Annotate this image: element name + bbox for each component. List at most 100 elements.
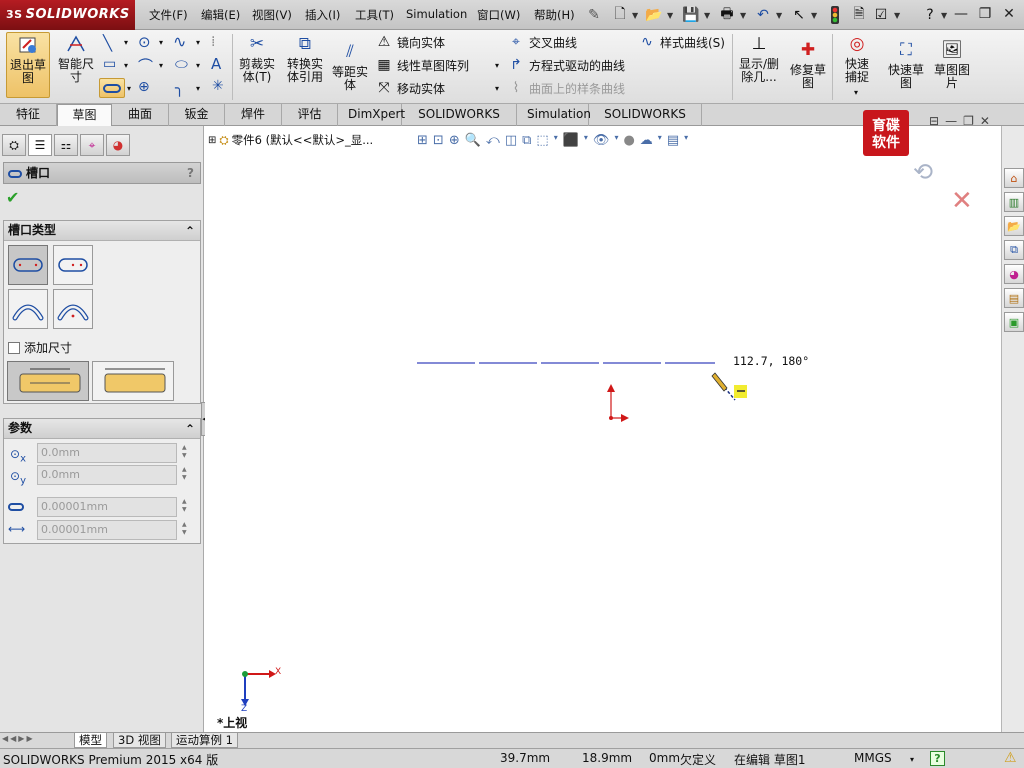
rectangle-tool-icon[interactable]: ▭ — [103, 56, 116, 72]
text-tool-icon[interactable]: A — [211, 55, 221, 73]
menu-file[interactable]: 文件(F) — [149, 7, 188, 23]
exit-sketch-button[interactable]: 退出草图 — [6, 32, 50, 98]
chevron-down-icon[interactable]: ▾ — [196, 61, 200, 70]
display-delete-relations-button[interactable]: ⊥ 显示/删除几... — [736, 32, 782, 98]
chevron-down-icon[interactable]: ▾ — [159, 61, 163, 70]
tab-sheet-metal[interactable]: 钣金 — [169, 104, 225, 126]
file-properties-icon[interactable]: 🗎 — [850, 6, 868, 24]
center-to-center-button[interactable] — [7, 361, 89, 401]
slot-length-field[interactable]: 0.00001mm — [37, 520, 177, 540]
unit-system[interactable]: MMGS — [854, 751, 892, 765]
notification-icon[interactable]: ⚠ — [1004, 750, 1017, 766]
three-point-arc-slot-button[interactable] — [8, 289, 48, 329]
convert-entities-button[interactable]: ⧉ 转换实体引用 — [282, 32, 328, 98]
chevron-down-icon[interactable]: ▾ — [127, 84, 131, 93]
chevron-down-icon[interactable]: ▼ — [941, 11, 947, 20]
centerpoint-straight-slot-button[interactable] — [53, 245, 93, 285]
equation-curve-button[interactable]: ↱ 方程式驱动的曲线 — [507, 56, 625, 74]
rapid-sketch-button[interactable]: ⛶ 快速草图 — [884, 38, 928, 104]
chevron-down-icon[interactable]: ▼ — [667, 11, 673, 20]
print-icon[interactable]: 🖶 — [718, 6, 736, 24]
chevron-down-icon[interactable]: ▼ — [704, 11, 710, 20]
menu-view[interactable]: 视图(V) — [252, 7, 292, 23]
tab-3d-views[interactable]: 3D 视图 — [113, 733, 166, 748]
offset-entities-button[interactable]: ⫽ 等距实体 — [330, 40, 370, 106]
center-y-spinner-icon[interactable]: ▲ ▼ — [182, 466, 192, 482]
chevron-down-icon[interactable]: ▾ — [159, 38, 163, 47]
solidworks-resources-icon[interactable]: ⌂ — [1004, 168, 1024, 188]
select-arrow-icon[interactable]: ↖ — [790, 6, 808, 24]
solidworks-logo[interactable]: 3S SOLIDWORKS — [0, 0, 135, 30]
add-dimensions-checkbox-row[interactable]: 添加尺寸 — [8, 339, 72, 356]
smart-dimension-button[interactable]: 智能尺寸 — [54, 32, 98, 98]
tab-solidworks-addins[interactable]: SOLIDWORKS 插件 — [402, 104, 517, 141]
tab-dimxpert[interactable]: DimXpert — [338, 104, 405, 126]
sketch-picture-button[interactable]: 🖼 草图图片 — [930, 38, 974, 104]
custom-properties-icon[interactable]: ▤ — [1004, 288, 1024, 308]
file-explorer-icon[interactable]: 📂 — [1004, 216, 1024, 236]
face-curves-button[interactable]: ⌇ 曲面上的样条曲线 — [507, 79, 625, 97]
parameters-header[interactable]: 参数 ⌃ — [4, 419, 200, 439]
chevron-down-icon[interactable]: ▾ — [124, 61, 128, 70]
chevron-down-icon[interactable]: ▾ — [196, 38, 200, 47]
close-icon[interactable]: ✕ — [1000, 5, 1018, 23]
chevron-down-icon[interactable]: ▼ — [811, 11, 817, 20]
slot-width-field[interactable]: 0.00001mm — [37, 497, 177, 517]
restore-icon[interactable]: ❐ — [976, 5, 994, 23]
fillet-tool-icon[interactable]: ╮ — [175, 79, 184, 97]
collapse-icon[interactable]: ⌃ — [185, 420, 195, 439]
tab-solidworks-mbd[interactable]: SOLIDWORKS MBD — [589, 104, 702, 141]
overall-length-button[interactable] — [92, 361, 174, 401]
spline-tool-icon[interactable]: ∿ — [173, 32, 186, 51]
feature-manager-tab-icon[interactable]: ⛭ — [2, 134, 26, 156]
line-tool-icon[interactable]: ╲ — [103, 34, 112, 52]
arc-tool-icon[interactable]: ⌒ — [138, 55, 153, 76]
polygon-tool-icon[interactable]: ⊕ — [138, 79, 150, 95]
chevron-down-icon[interactable]: ▼ — [776, 11, 782, 20]
trim-entities-button[interactable]: ✂ 剪裁实体(T) — [234, 32, 280, 98]
help-icon[interactable]: ? — [187, 163, 194, 183]
chevron-down-icon[interactable]: ▾ — [910, 755, 914, 764]
point-tool-icon[interactable]: ✳ — [212, 78, 224, 94]
options-icon[interactable]: ☑ — [872, 6, 890, 24]
chevron-down-icon[interactable]: ▾ — [495, 61, 499, 70]
origin-point[interactable] — [609, 416, 613, 420]
chevron-down-icon[interactable]: ▾ — [124, 38, 128, 47]
intersection-curve-button[interactable]: ⌖ 交叉曲线 — [507, 33, 577, 51]
add-dimensions-checkbox[interactable] — [8, 341, 20, 354]
view-palette-icon[interactable]: ⧉ — [1004, 240, 1024, 260]
center-x-spinner-icon[interactable]: ▲ ▼ — [182, 444, 192, 460]
minimize-icon[interactable]: — — [952, 5, 970, 23]
menu-insert[interactable]: 插入(I) — [305, 7, 340, 23]
save-icon[interactable]: 💾 — [682, 6, 700, 24]
configuration-manager-tab-icon[interactable]: ⚏ — [54, 134, 78, 156]
chevron-down-icon[interactable]: ▾ — [495, 84, 499, 93]
new-document-icon[interactable]: 🗋 — [611, 6, 629, 24]
menu-tools[interactable]: 工具(T) — [355, 7, 394, 23]
graphics-area[interactable]: ⊞ ⛭ 零件6 (默认<<默认>_显... ⊞ ⊡ ⊕ 🔍 ⤺ ◫ ⧉ ⬚ ▾ … — [205, 110, 1001, 732]
ellipse-tool-icon[interactable]: ⬭ — [175, 55, 188, 73]
tab-scroll-arrows-icon[interactable]: ◀◀▶▶ — [2, 734, 35, 743]
appearances-icon[interactable]: ◕ — [1004, 264, 1024, 284]
chevron-down-icon[interactable]: ▾ — [854, 88, 858, 97]
centerpoint-arc-slot-button[interactable] — [53, 289, 93, 329]
tab-simulation[interactable]: Simulation — [517, 104, 591, 126]
solidworks-forum-icon[interactable]: ▣ — [1004, 312, 1024, 332]
slot-tool-button[interactable] — [99, 78, 125, 98]
slot-type-header[interactable]: 槽口类型 ⌃ — [4, 221, 200, 241]
slot-length-spinner-icon[interactable]: ▲ ▼ — [182, 521, 192, 537]
chevron-down-icon[interactable]: ▼ — [632, 11, 638, 20]
chevron-down-icon[interactable]: ▾ — [196, 84, 200, 93]
mirror-entities-button[interactable]: ⚠ 镜向实体 — [375, 33, 445, 51]
tab-surfaces[interactable]: 曲面 — [112, 104, 169, 126]
open-folder-icon[interactable]: 📂 — [645, 6, 663, 24]
tab-evaluate[interactable]: 评估 — [282, 104, 338, 126]
design-library-icon[interactable]: ▥ — [1004, 192, 1024, 212]
straight-slot-button[interactable] — [8, 245, 48, 285]
center-y-field[interactable]: 0.0mm — [37, 465, 177, 485]
linear-pattern-button[interactable]: ▦ 线性草图阵列 — [375, 56, 469, 74]
style-spline-button[interactable]: ∿ 样式曲线(S) — [638, 33, 725, 51]
menu-edit[interactable]: 编辑(E) — [201, 7, 240, 23]
construction-geometry-icon[interactable]: ⁞ — [211, 34, 215, 50]
repair-sketch-button[interactable]: ✚ 修复草图 — [786, 38, 830, 104]
